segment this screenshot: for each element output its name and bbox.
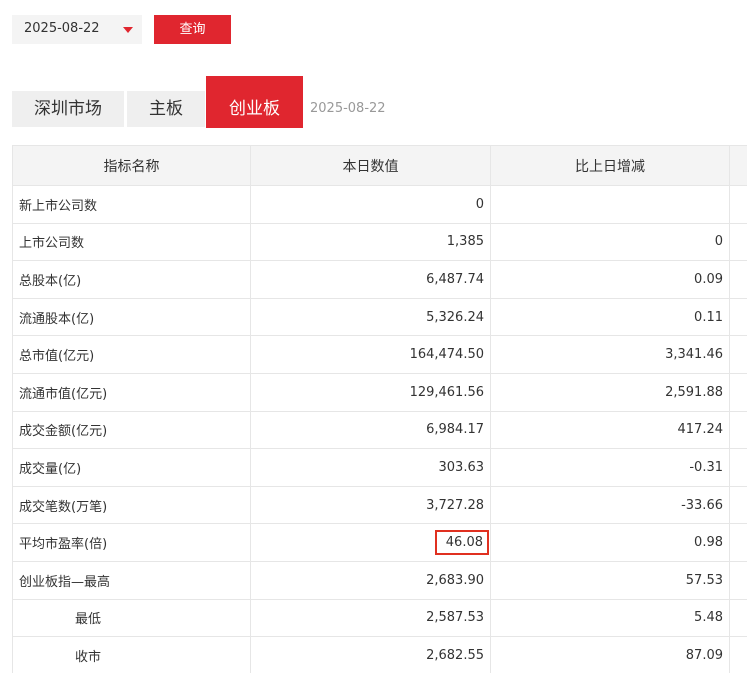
table-row: 成交笔数(万笔) 3,727.28 -33.66 [12,485,747,525]
row-extra [729,560,747,600]
row-change: 0.98 [490,523,730,562]
table-row: 总股本(亿) 6,487.74 0.09 [12,260,747,299]
table-row: 成交量(亿) 303.63 -0.31 [12,448,747,487]
row-change: -33.66 [490,485,730,525]
row-today: 1,385 [250,222,491,262]
header-change: 比上日增减 [490,145,730,186]
row-today: 2,682.55 [250,636,491,673]
row-extra [729,185,747,224]
row-extra [729,297,747,337]
row-today: 164,474.50 [250,335,491,374]
date-select-value: 2025-08-22 [24,21,100,36]
header-indicator-name: 指标名称 [12,145,251,186]
row-name: 流通股本(亿) [12,297,251,337]
row-change: 417.24 [490,410,730,450]
row-name: 上市公司数 [12,222,251,262]
row-change: 0 [490,222,730,262]
highlight-box: 46.08 [434,530,489,556]
row-extra [729,448,747,487]
row-extra [729,260,747,299]
row-extra [729,485,747,525]
table-row: 最低 2,587.53 5.48 [12,598,747,638]
row-today: 6,487.74 [250,260,491,299]
row-change: 2,591.88 [490,372,730,412]
row-extra [729,372,747,412]
table-row: 收市 2,682.55 87.09 [12,636,747,673]
row-today: 2,683.90 [250,560,491,600]
table-row: 创业板指—最高 2,683.90 57.53 [12,560,747,600]
row-name: 总股本(亿) [12,260,251,299]
date-select[interactable]: 2025-08-22 [12,15,142,44]
row-today: 2,587.53 [250,598,491,638]
row-name: 创业板指—最高 [12,560,251,600]
row-today: 0 [250,185,491,224]
row-extra [729,523,747,562]
table-row: 流通市值(亿元) 129,461.56 2,591.88 [12,372,747,412]
row-name: 平均市盈率(倍) [12,523,251,562]
row-extra [729,222,747,262]
table-row: 平均市盈率(倍) 46.08 0.98 [12,523,747,562]
row-change [490,185,730,224]
row-extra [729,636,747,673]
row-change: 57.53 [490,560,730,600]
row-today-highlighted: 46.08 [250,523,491,562]
row-today: 6,984.17 [250,410,491,450]
table-row: 新上市公司数 0 [12,185,747,224]
table-row: 成交金额(亿元) 6,984.17 417.24 [12,410,747,450]
row-extra [729,335,747,374]
row-change: 0.11 [490,297,730,337]
market-stats-table: 指标名称 本日数值 比上日增减 新上市公司数 0 上市公司数 1,385 0 总… [12,145,747,673]
row-name: 成交笔数(万笔) [12,485,251,525]
table-header-row: 指标名称 本日数值 比上日增减 [12,145,747,186]
row-name: 流通市值(亿元) [12,372,251,412]
row-change: 0.09 [490,260,730,299]
row-today: 303.63 [250,448,491,487]
row-today: 129,461.56 [250,372,491,412]
row-name: 成交量(亿) [12,448,251,487]
caret-down-icon[interactable] [123,27,133,33]
table-row: 上市公司数 1,385 0 [12,222,747,262]
tab-date: 2025-08-22 [310,101,386,116]
row-change: -0.31 [490,448,730,487]
tab-shenzhen-market[interactable]: 深圳市场 [12,91,124,127]
header-today-value: 本日数值 [250,145,491,186]
row-name: 成交金额(亿元) [12,410,251,450]
row-name: 收市 [12,636,251,673]
row-change: 3,341.46 [490,335,730,374]
header-extra [729,145,747,186]
row-name: 新上市公司数 [12,185,251,224]
query-button[interactable]: 查询 [154,15,231,44]
row-change: 5.48 [490,598,730,638]
table-row: 流通股本(亿) 5,326.24 0.11 [12,297,747,337]
table-row: 总市值(亿元) 164,474.50 3,341.46 [12,335,747,374]
tab-chinext[interactable]: 创业板 [206,76,303,128]
row-name: 最低 [12,598,251,638]
row-extra [729,598,747,638]
tab-main-board[interactable]: 主板 [127,91,205,127]
row-today: 5,326.24 [250,297,491,337]
row-name: 总市值(亿元) [12,335,251,374]
row-change: 87.09 [490,636,730,673]
row-today: 3,727.28 [250,485,491,525]
row-extra [729,410,747,450]
